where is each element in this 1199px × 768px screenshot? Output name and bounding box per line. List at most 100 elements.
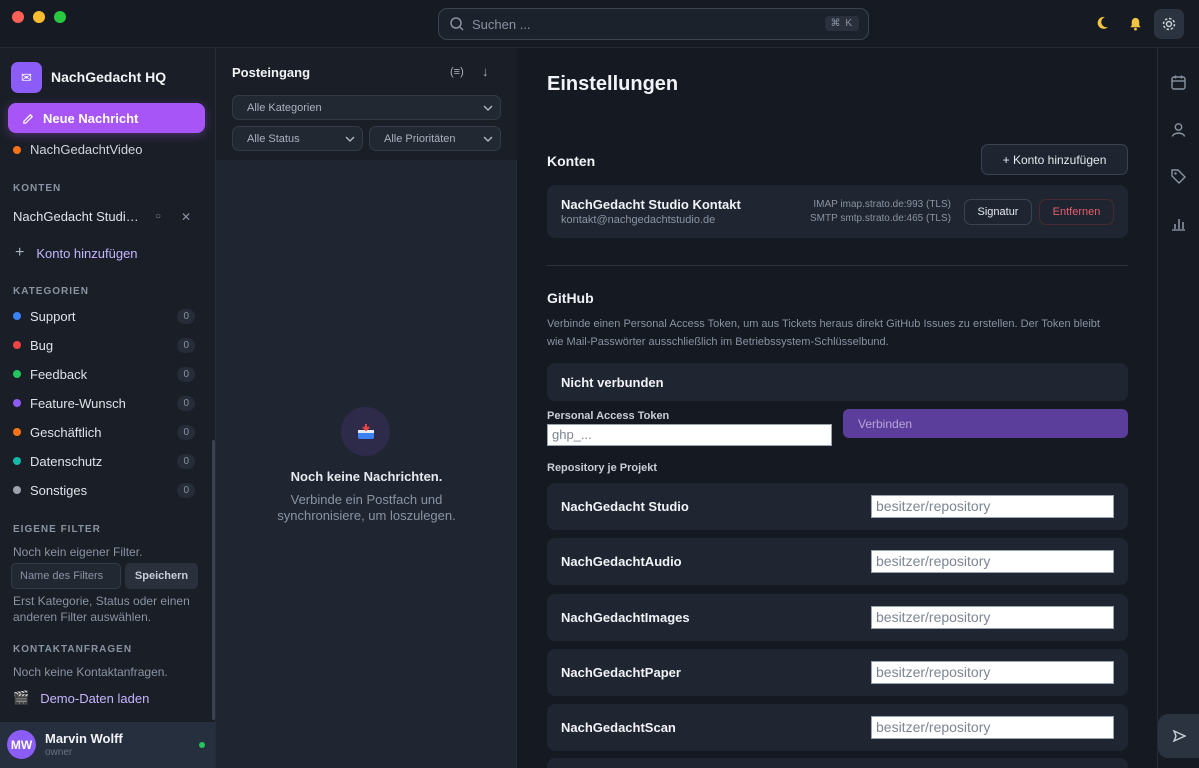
tag-icon[interactable] — [1168, 166, 1188, 186]
category-label: Datenschutz — [30, 453, 103, 469]
save-filter-button[interactable]: Speichern — [125, 563, 198, 589]
remove-account-button[interactable]: Entfernen — [1039, 199, 1114, 225]
project-name: NachGedachtPaper — [561, 664, 681, 680]
chevron-down-icon — [483, 136, 493, 143]
remove-account-icon[interactable]: ✕ — [181, 210, 191, 224]
chevron-down-icon — [345, 136, 355, 143]
project-name: NachGedachtImages — [561, 609, 690, 625]
repository-input[interactable]: besitzer/repository — [871, 550, 1114, 574]
account-label: NachGedacht Studio Kontakt — [13, 209, 141, 224]
inbox-panel: Posteingang (≡) ↓ Alle Kategorien Alle S… — [216, 48, 517, 768]
clapperboard-icon: 🎬 — [13, 690, 30, 705]
category-dot — [13, 486, 21, 494]
search-placeholder: Suchen ... — [472, 17, 531, 32]
sidebar-item-category[interactable]: Bug 0 — [13, 335, 195, 355]
repository-input[interactable]: besitzer/repository — [871, 660, 1114, 684]
connect-button[interactable]: Verbinden — [843, 409, 1128, 438]
repo-card-overflow — [547, 758, 1128, 768]
status-select-value: Alle Status — [247, 133, 300, 145]
inbox-header: Posteingang (≡) ↓ Alle Kategorien Alle S… — [216, 48, 517, 160]
category-label: Feedback — [30, 366, 88, 382]
section-title-categories: KATEGORIEN — [13, 286, 89, 297]
repository-input[interactable]: besitzer/repository — [871, 716, 1114, 740]
global-search-input[interactable]: Suchen ... ⌘ K — [438, 8, 869, 40]
section-title-contact-requests: KONTAKTANFRAGEN — [13, 644, 133, 655]
send-icon — [1172, 729, 1187, 743]
repo-project-row: NachGedacht Studio besitzer/repository — [547, 483, 1128, 530]
add-account-button[interactable]: + Konto hinzufügen — [981, 144, 1128, 175]
plus-icon: + — [15, 244, 25, 261]
sidebar-item-video[interactable]: NachGedachtVideo — [13, 142, 143, 157]
category-label: Bug — [30, 337, 54, 353]
window-minimize-button[interactable] — [33, 11, 45, 23]
sidebar-item-category[interactable]: Support 0 — [13, 306, 195, 326]
workspace-logo[interactable]: ✉ — [11, 62, 42, 93]
sidebar-item-category[interactable]: Feature-Wunsch 0 — [13, 393, 195, 413]
right-rail — [1157, 48, 1199, 768]
sidebar-item-category[interactable]: Datenschutz 0 — [13, 451, 195, 471]
priority-select-value: Alle Prioritäten — [384, 133, 456, 145]
add-account-label: Konto hinzufügen — [36, 245, 138, 261]
sort-arrow-down-icon[interactable]: ↓ — [482, 64, 489, 79]
signature-button[interactable]: Signatur — [964, 199, 1032, 225]
repo-heading: Repository je Projekt — [547, 462, 658, 474]
category-dot — [13, 370, 21, 378]
sidebar-scrollbar[interactable] — [212, 440, 215, 720]
repository-input[interactable]: besitzer/repository — [871, 605, 1114, 629]
empty-state-title: Noch keine Nachrichten. — [290, 469, 443, 484]
sidebar-item-category[interactable]: Geschäftlich 0 — [13, 422, 195, 442]
compose-label: Neue Nachricht — [43, 110, 139, 126]
sidebar: ✉ NachGedacht HQ NachGedachtVideo Neue N… — [0, 48, 216, 768]
category-dot — [13, 428, 21, 436]
github-status-card: Nicht verbunden — [547, 363, 1128, 401]
repository-input[interactable]: besitzer/repository — [871, 495, 1114, 518]
online-status-indicator — [199, 742, 205, 748]
calendar-icon[interactable] — [1168, 72, 1188, 92]
settings-gear-button[interactable] — [1154, 9, 1184, 39]
assistant-button[interactable] — [1158, 714, 1199, 758]
repo-project-row: NachGedachtScan besitzer/repository — [547, 704, 1128, 752]
category-count-badge: 0 — [177, 424, 195, 440]
filter-name-input[interactable]: Name des Filters — [11, 563, 121, 589]
category-label: Sonstiges — [30, 482, 88, 498]
category-dot — [13, 399, 21, 407]
user-icon[interactable] — [1168, 119, 1188, 139]
category-select[interactable]: Alle Kategorien — [232, 95, 501, 120]
sidebar-account-item[interactable]: NachGedacht Studio Kontakt ○ ✕ — [13, 209, 193, 224]
repo-project-row: NachGedachtAudio besitzer/repository — [547, 538, 1128, 586]
repo-project-row: NachGedachtImages besitzer/repository — [547, 593, 1128, 641]
category-dot — [13, 457, 21, 465]
status-select[interactable]: Alle Status — [232, 126, 363, 151]
demo-data-label: Demo-Daten laden — [40, 690, 150, 706]
github-description: Verbinde einen Personal Access Token, um… — [547, 318, 1100, 348]
category-count-badge: 0 — [177, 366, 195, 382]
accounts-heading: Konten — [547, 153, 596, 169]
sidebar-item-category[interactable]: Sonstiges 0 — [13, 480, 195, 500]
github-heading: GitHub — [547, 290, 594, 306]
bar-chart-icon[interactable] — [1168, 213, 1188, 233]
bell-icon[interactable] — [1124, 12, 1146, 34]
moon-icon[interactable] — [1091, 12, 1113, 34]
token-input[interactable]: ghp_... — [547, 424, 832, 446]
window-close-button[interactable] — [12, 11, 24, 23]
user-role: owner — [45, 747, 73, 758]
filter-lines-icon[interactable]: (≡) — [450, 66, 464, 78]
add-account-link[interactable]: + Konto hinzufügen — [15, 244, 138, 262]
workspace-name[interactable]: NachGedacht HQ — [51, 69, 166, 85]
github-status: Nicht verbunden — [561, 375, 664, 390]
section-title-custom-filters: EIGENE FILTER — [13, 524, 101, 535]
user-profile[interactable]: MW Marvin Wolff owner — [0, 722, 215, 768]
sidebar-item-category[interactable]: Feedback 0 — [13, 364, 195, 384]
project-name: NachGedachtAudio — [561, 554, 682, 570]
compose-button[interactable]: Neue Nachricht — [8, 103, 205, 133]
load-demo-data-link[interactable]: 🎬 Demo-Daten laden — [13, 690, 149, 706]
repo-project-row: NachGedachtPaper besitzer/repository — [547, 648, 1128, 696]
window-zoom-button[interactable] — [54, 11, 66, 23]
sidebar-item-label: NachGedachtVideo — [30, 142, 143, 157]
priority-select[interactable]: Alle Prioritäten — [369, 126, 501, 151]
sync-status-icon: ○ — [155, 211, 162, 222]
project-name: NachGedacht Studio — [561, 499, 689, 514]
inbox-tray-icon — [341, 407, 390, 456]
search-shortcut-hint: ⌘ K — [824, 16, 859, 31]
pencil-icon — [23, 113, 34, 124]
